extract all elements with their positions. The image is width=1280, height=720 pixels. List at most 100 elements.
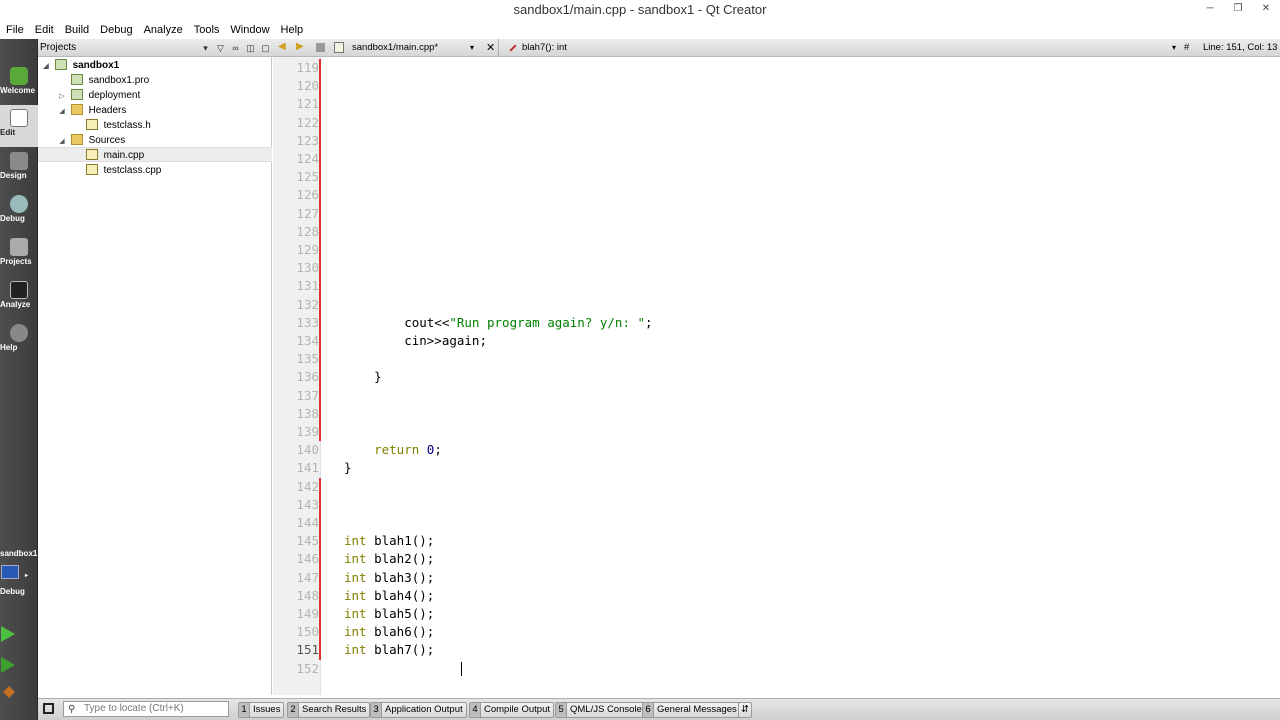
line-number: 147 <box>296 569 319 585</box>
minimize-icon[interactable]: ─ <box>1196 0 1224 20</box>
filter-icon[interactable]: ▽ <box>214 42 227 54</box>
code-line: cout<<"Run program again? y/n: "; <box>344 314 653 330</box>
line-number-gutter[interactable]: 119 120 121 122 123 124 125 126 127 128 129 130 131 1… <box>273 57 321 695</box>
kit-project-name: sandbox1 <box>0 549 38 558</box>
expanded-arrow-icon[interactable]: ◢ <box>56 104 68 119</box>
tree-node-label: sandbox1 <box>72 60 120 71</box>
sync-link-icon[interactable]: ∞ <box>229 42 242 54</box>
line-number: 119 <box>296 60 319 75</box>
collapsed-arrow-icon[interactable]: ▷ <box>56 89 68 104</box>
tree-node-pro-file[interactable]: sandbox1.pro <box>56 73 149 88</box>
line-number: 145 <box>296 533 319 549</box>
line-number: 141 <box>296 460 319 476</box>
monitor-icon <box>1 565 19 579</box>
pane-application-output-button[interactable]: 3 Application Output <box>370 702 467 718</box>
code-editor[interactable]: cout<<"Run program again? y/n: "; cin>>a… <box>321 57 1280 695</box>
line-number: 121 <box>296 96 319 112</box>
tree-node-label: testclass.cpp <box>103 165 162 176</box>
restore-icon[interactable]: ❐ <box>1224 0 1252 20</box>
pane-number: 4 <box>470 703 481 717</box>
lock-icon[interactable] <box>316 43 325 52</box>
pane-qml-console-button[interactable]: 5 QML/JS Console <box>555 702 646 718</box>
line-number: 125 <box>296 169 319 185</box>
menu-file[interactable]: File <box>6 24 24 36</box>
navigator-title[interactable]: Projects <box>40 42 197 53</box>
close-icon[interactable]: ✕ <box>1252 0 1280 20</box>
line-number: 124 <box>296 151 319 166</box>
kit-selector[interactable]: sandbox1 ▸ Debug <box>0 547 38 607</box>
tree-node-deployment[interactable]: ▷ deployment <box>56 88 140 103</box>
tree-node-headers[interactable]: ◢ Headers <box>56 103 126 118</box>
line-number: 130 <box>296 260 319 276</box>
document-dropdown-icon[interactable]: ▾ <box>470 43 474 52</box>
close-pane-icon[interactable]: ▢ <box>259 42 272 54</box>
window-titlebar: sandbox1/main.cpp - sandbox1 - Qt Creato… <box>0 0 1280 20</box>
more-panes-arrow-icon[interactable]: ⇵ <box>738 702 752 718</box>
symbol-dropdown-icon[interactable]: ▾ <box>1172 43 1176 52</box>
run-icon[interactable] <box>1 626 15 642</box>
search-icon: ⚲ <box>68 704 76 715</box>
menu-build[interactable]: Build <box>65 24 89 36</box>
menu-window[interactable]: Window <box>230 24 269 36</box>
expand-arrow-icon: ▸ <box>25 573 29 579</box>
document-selector[interactable]: sandbox1/main.cpp* <box>352 42 438 53</box>
pane-label: Application Output <box>385 704 463 715</box>
tree-node-main-cpp[interactable]: main.cpp <box>38 147 272 162</box>
mode-debug[interactable]: Debug <box>0 191 38 233</box>
mode-projects[interactable]: Projects <box>0 234 38 276</box>
mode-edit[interactable]: Edit <box>0 105 38 147</box>
window-title: sandbox1/main.cpp - sandbox1 - Qt Creato… <box>513 2 767 17</box>
pro-file-icon <box>70 74 83 85</box>
mode-help[interactable]: Help <box>0 320 38 362</box>
build-hammer-icon[interactable] <box>3 686 15 698</box>
pane-label: General Messages <box>657 704 737 715</box>
pane-compile-output-button[interactable]: 4 Compile Output <box>469 702 555 718</box>
folder-icon <box>70 104 83 115</box>
line-number: 144 <box>296 515 319 530</box>
pane-number: 2 <box>288 703 299 717</box>
mouse-ibeam-cursor <box>461 661 469 676</box>
cursor-position[interactable]: Line: 151, Col: 13 <box>1203 42 1277 53</box>
toggle-sidebar-icon[interactable] <box>43 703 54 714</box>
pane-number: 6 <box>643 703 654 717</box>
line-number: 148 <box>296 587 319 603</box>
menu-tools[interactable]: Tools <box>194 24 220 36</box>
split-editor-icon[interactable]: # <box>1184 42 1189 53</box>
tree-node-sources[interactable]: ◢ Sources <box>56 133 125 148</box>
dropdown-arrow-icon[interactable]: ▾ <box>199 42 212 54</box>
mode-analyze[interactable]: Analyze <box>0 277 38 319</box>
debug-run-icon[interactable] <box>1 657 15 673</box>
line-number: 123 <box>296 132 319 148</box>
forward-arrow-icon[interactable]: ▶ <box>296 41 304 52</box>
pane-issues-button[interactable]: 1 Issues <box>238 702 285 718</box>
pane-label: Compile Output <box>484 704 551 715</box>
pane-number: 5 <box>556 703 567 717</box>
mode-welcome[interactable]: Welcome <box>0 63 38 105</box>
pane-search-results-button[interactable]: 2 Search Results <box>287 702 371 718</box>
symbol-selector[interactable]: blah7(): int <box>522 42 567 53</box>
menu-debug[interactable]: Debug <box>100 24 132 36</box>
qt-logo-icon <box>10 67 28 85</box>
menu-edit[interactable]: Edit <box>35 24 54 36</box>
expanded-arrow-icon[interactable]: ◢ <box>40 59 52 74</box>
editor-toolbar: ◀ ▶ sandbox1/main.cpp* ▾ ✕ blah7(): int … <box>272 39 1280 57</box>
pane-general-messages-button[interactable]: 6 General Messages <box>642 702 741 718</box>
code-line: } <box>344 369 382 385</box>
mode-design[interactable]: Design <box>0 148 38 190</box>
design-pencil-icon <box>10 152 28 170</box>
tree-node-label: sandbox1.pro <box>88 75 150 86</box>
tree-node-sandbox1[interactable]: ◢ sandbox1 <box>40 58 119 73</box>
close-document-icon[interactable]: ✕ <box>486 41 495 54</box>
pane-label: QML/JS Console <box>570 704 642 715</box>
menu-analyze[interactable]: Analyze <box>144 24 183 36</box>
back-arrow-icon[interactable]: ◀ <box>278 41 286 52</box>
locator-input[interactable]: ⚲ Type to locate (Ctrl+K) <box>63 701 229 717</box>
menu-help[interactable]: Help <box>281 24 304 36</box>
split-icon[interactable]: ◫ <box>244 42 257 54</box>
tree-node-testclass-cpp[interactable]: testclass.cpp <box>71 163 161 178</box>
tree-node-testclass-h[interactable]: testclass.h <box>71 118 151 133</box>
analyze-monitor-icon <box>10 281 28 299</box>
mode-selector: Welcome Edit Design Debug Projects Analy… <box>0 39 38 720</box>
tree-node-label: Headers <box>88 105 127 116</box>
line-number: 131 <box>296 278 319 294</box>
